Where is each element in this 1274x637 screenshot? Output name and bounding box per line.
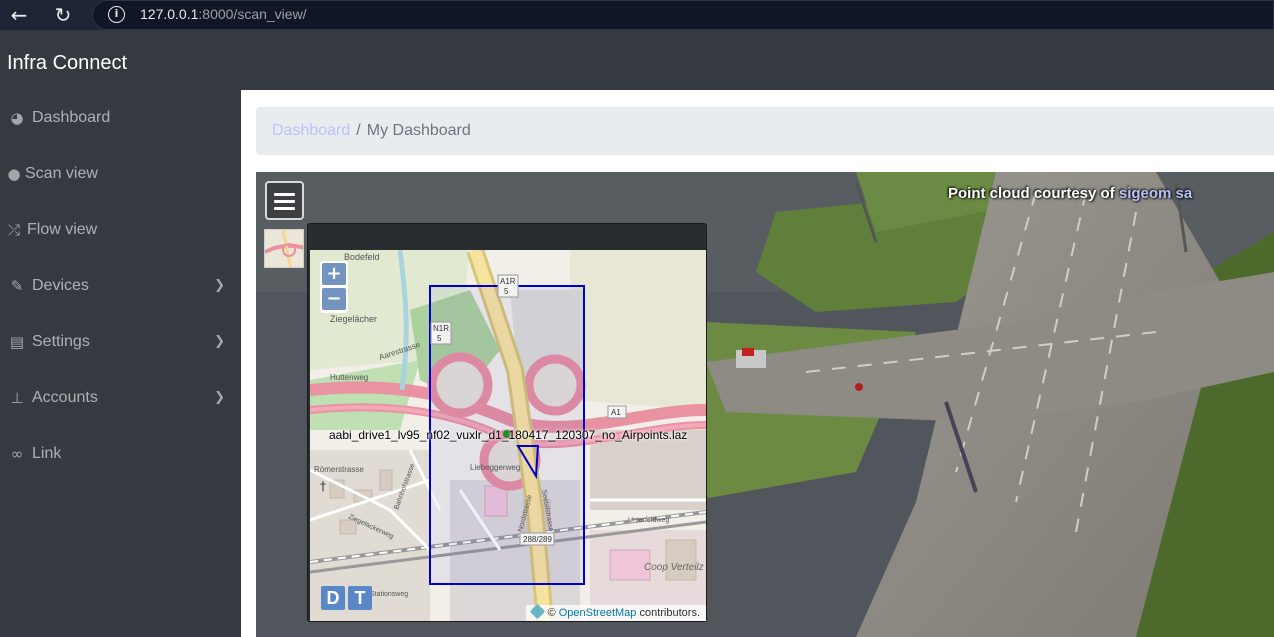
breadcrumb-link-dashboard[interactable]: Dashboard [272,122,350,139]
hamburger-icon [274,193,295,196]
osm-map[interactable]: Bodefeld Ziegelächer A1R 5 N1R 5 A1 Aare… [310,250,706,621]
sitemap-icon: ⊥ [10,389,24,407]
attribution-copyright: © [547,607,556,619]
map-label-n1r: N1R [433,324,449,333]
dashboard-icon: ◕ [10,109,24,127]
wrench-icon: ✎ [10,277,24,295]
sidebar-item-label: Dashboard [32,109,111,126]
map-label-a1r: A1R [500,277,516,286]
map-label-a1: A1 [611,408,621,417]
hamburger-icon [274,207,295,210]
map-label-ziegelacher: Ziegelächer [330,314,377,324]
pointcloud-credit: Point cloud courtesy of sigeom sa [948,185,1192,202]
globe-icon: ● [7,165,21,183]
map-label-a1r-num: 5 [504,287,509,296]
site-info-icon[interactable]: i [108,6,125,23]
url-host: 127.0.0.1 [140,6,199,22]
map-label-bodefeld: Bodefeld [344,252,380,262]
map-label-unterfeldweg: Unterfeldweg [628,517,669,524]
map-d-button[interactable]: D [321,586,345,610]
sidebar-item-settings[interactable]: ▤ Settings ❯ [0,323,241,363]
breadcrumb: Dashboard / My Dashboard [256,107,1274,155]
chevron-right-icon: ❯ [214,334,225,349]
map-label-coop: Coop Verteilz [644,562,704,573]
top-navbar: Infra Connect [0,32,1274,90]
map-label-liebeggerweg: Liebeggerweg [470,463,520,472]
main-content: Dashboard / My Dashboard Point cloud cou… [241,90,1274,637]
map-zoom-control: + − [320,261,348,313]
file-icon: ▤ [9,333,25,351]
map-label-stationsweg: Stationsweg [370,591,408,598]
sidebar-item-label: Link [32,445,62,462]
url-text[interactable]: 127.0.0.1:8000/scan_view/ [140,6,307,22]
url-path: :8000/scan_view/ [198,6,307,22]
sidebar-item-link[interactable]: ∞ Link [0,435,241,475]
map-label-huttenweg: Huttenweg [330,373,368,382]
sidebar-item-label: Accounts [32,389,98,406]
map-label-n1r-num: 5 [437,334,442,343]
sidebar-item-scan-view[interactable]: ● Scan view [0,155,241,195]
sidebar-item-flow-view[interactable]: ⤮ Flow view [0,211,241,251]
credit-link[interactable]: sigeom sa [1119,185,1192,202]
map-thumbnail-icon [265,230,303,267]
map-label-exit: 288/289 [523,535,552,544]
chevron-right-icon: ❯ [214,390,225,405]
map-label-roemerstrasse: Römerstrasse [314,465,364,474]
sidebar-item-accounts[interactable]: ⊥ Accounts ❯ [0,379,241,419]
sidebar-item-devices[interactable]: ✎ Devices ❯ [0,267,241,307]
pointcloud-viewer[interactable]: Point cloud courtesy of sigeom sa Bodefe… [256,172,1274,637]
breadcrumb-current: My Dashboard [366,122,471,139]
attribution-suffix: contributors. [639,607,700,619]
attribution-osm-link[interactable]: OpenStreetMap [559,607,637,619]
map-t-button[interactable]: T [348,586,372,610]
map-attribution: © OpenStreetMap contributors. [525,603,706,621]
sidebar-item-label: Scan view [25,165,98,182]
chevron-right-icon: ❯ [214,278,225,293]
zoom-out-button[interactable]: − [322,288,346,310]
back-arrow-icon[interactable]: ← [8,4,30,26]
map-toggle-thumbnail[interactable] [264,229,304,268]
pointcloud-file-label: aabi_drive1_lv95_nf02_vuxlr_d1_180417_12… [329,428,688,442]
shuffle-icon: ⤮ [7,221,20,239]
hamburger-icon [274,200,295,203]
sidebar-item-label: Devices [32,277,89,294]
sidebar-item-dashboard[interactable]: ◕ Dashboard [0,99,241,139]
sidebar: ◕ Dashboard ● Scan view ⤮ Flow view ✎ De… [0,90,241,637]
sidebar-item-label: Settings [32,333,90,350]
reload-icon[interactable]: ↻ [52,4,74,26]
browser-toolbar: ← ↻ i 127.0.0.1:8000/scan_view/ [0,0,1274,30]
church-icon: † [320,479,326,493]
link-icon: ∞ [10,445,24,463]
map-panel[interactable]: Bodefeld Ziegelächer A1R 5 N1R 5 A1 Aare… [307,223,707,622]
sidebar-item-label: Flow view [27,221,98,238]
brand-title[interactable]: Infra Connect [7,52,127,75]
zoom-in-button[interactable]: + [322,263,346,285]
leaflet-icon [529,603,545,620]
breadcrumb-separator: / [356,122,361,139]
viewer-menu-button[interactable] [265,181,304,220]
credit-text: Point cloud courtesy of [948,185,1115,202]
